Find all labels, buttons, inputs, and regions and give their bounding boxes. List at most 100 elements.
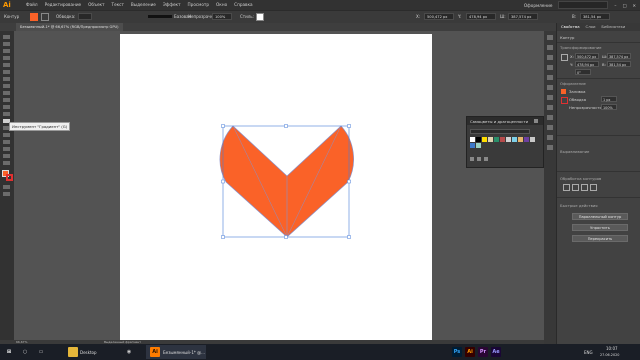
- menu-file[interactable]: Файл: [26, 2, 38, 7]
- opacity-field[interactable]: 100%: [212, 13, 232, 20]
- paintbrush-tool-icon[interactable]: [3, 84, 10, 88]
- rectangle-tool-icon[interactable]: [3, 77, 10, 81]
- swatch-jade[interactable]: [476, 143, 481, 148]
- swatches-panel-icon[interactable]: [547, 115, 553, 120]
- recolor-button[interactable]: Перекрасить: [572, 235, 628, 242]
- workspace-switcher[interactable]: Оформление: [524, 3, 553, 8]
- line-tool-icon[interactable]: [3, 70, 10, 74]
- after-effects-app-icon[interactable]: Ae: [491, 347, 501, 357]
- stroke-color-swatch[interactable]: [6, 174, 13, 181]
- layers-panel-icon[interactable]: [547, 105, 553, 110]
- menu-help[interactable]: Справка: [234, 2, 252, 7]
- close-button[interactable]: ✕: [632, 3, 636, 8]
- brush-preview[interactable]: [148, 15, 172, 18]
- selection-tool-icon[interactable]: [3, 35, 10, 39]
- transparency-panel-icon[interactable]: [547, 75, 553, 80]
- menu-window[interactable]: Окно: [216, 2, 227, 7]
- menu-view[interactable]: Просмотр: [188, 2, 210, 7]
- swatch-sapphire[interactable]: [470, 143, 475, 148]
- taskbar-active-doc[interactable]: Безымянный-1* @...: [163, 350, 205, 355]
- simplify-button[interactable]: Упростить: [572, 224, 628, 231]
- pen-tool-icon[interactable]: [3, 56, 10, 60]
- style-swatch[interactable]: [256, 13, 264, 21]
- appearance-panel-icon[interactable]: [547, 85, 553, 90]
- folder-icon[interactable]: [68, 347, 78, 357]
- tab-layers[interactable]: Слои: [586, 23, 596, 31]
- scale-tool-icon[interactable]: [3, 112, 10, 116]
- swatch-ruby[interactable]: [500, 137, 505, 142]
- swatch-aquamarine[interactable]: [512, 137, 517, 142]
- direct-selection-tool-icon[interactable]: [3, 42, 10, 46]
- next-library-icon[interactable]: [484, 157, 488, 161]
- reference-point-icon[interactable]: [561, 54, 568, 61]
- symbols-panel-icon[interactable]: [547, 135, 553, 140]
- minimize-button[interactable]: –: [614, 3, 616, 8]
- menu-effect[interactable]: Эффект: [163, 2, 181, 7]
- zoom-tool-icon[interactable]: [3, 161, 10, 165]
- free-transform-tool-icon[interactable]: [3, 133, 10, 137]
- keyboard-language[interactable]: ENG: [584, 350, 593, 355]
- clock-date[interactable]: 27.06.2020: [600, 353, 619, 357]
- prev-library-icon[interactable]: [477, 157, 481, 161]
- y-field[interactable]: 478,94 px: [466, 13, 496, 20]
- maximize-button[interactable]: □: [623, 3, 627, 8]
- transform-w-field[interactable]: 387,574 px: [607, 53, 631, 59]
- library-icon[interactable]: [470, 157, 474, 161]
- asset-export-icon[interactable]: [547, 145, 553, 150]
- swatch-amethyst[interactable]: [524, 137, 529, 142]
- illustrator-pinned-icon[interactable]: Ai: [465, 347, 475, 357]
- pathfinder-unite-icon[interactable]: [563, 184, 570, 191]
- transform-y-field[interactable]: 478,94 px: [575, 61, 599, 67]
- tab-properties[interactable]: Свойства: [561, 23, 580, 31]
- pathfinder-exclude-icon[interactable]: [590, 184, 597, 191]
- search-icon[interactable]: ○: [20, 347, 30, 357]
- type-tool-icon[interactable]: [3, 63, 10, 67]
- swatch-black[interactable]: [476, 137, 481, 142]
- offset-path-button[interactable]: Параллельный контур: [572, 213, 628, 220]
- appearance-stroke-swatch[interactable]: [561, 97, 568, 104]
- color-guide-icon[interactable]: [547, 45, 553, 50]
- magic-wand-tool-icon[interactable]: [3, 49, 10, 53]
- appearance-fill-swatch[interactable]: [561, 89, 566, 94]
- transform-x-field[interactable]: 500,472 px: [575, 53, 599, 59]
- appearance-opacity-field[interactable]: 100%: [601, 104, 617, 110]
- pathfinder-intersect-icon[interactable]: [581, 184, 588, 191]
- screen-mode-icon[interactable]: [3, 192, 10, 196]
- x-field[interactable]: 500,472 px: [424, 13, 454, 20]
- steam-icon[interactable]: ◉: [124, 347, 134, 357]
- swatch-topaz[interactable]: [518, 137, 523, 142]
- pathfinder-minus-front-icon[interactable]: [572, 184, 579, 191]
- appearance-stroke-field[interactable]: 1 px: [601, 96, 617, 102]
- menu-object[interactable]: Объект: [88, 2, 104, 7]
- panel-menu-icon[interactable]: [534, 119, 538, 123]
- pencil-tool-icon[interactable]: [3, 91, 10, 95]
- swatch-sand[interactable]: [488, 137, 493, 142]
- hand-tool-icon[interactable]: [3, 154, 10, 158]
- draw-mode-icon[interactable]: [3, 185, 10, 189]
- menu-edit[interactable]: Редактирование: [45, 2, 82, 7]
- tab-libraries[interactable]: Библиотеки: [601, 23, 625, 31]
- gradient-panel-icon[interactable]: [547, 65, 553, 70]
- swatch-yellow[interactable]: [482, 137, 487, 142]
- eraser-tool-icon[interactable]: [3, 98, 10, 102]
- swatch-silver[interactable]: [506, 137, 511, 142]
- stroke-panel-icon[interactable]: [547, 55, 553, 60]
- rotate-tool-icon[interactable]: [3, 105, 10, 109]
- artboard[interactable]: [120, 34, 432, 340]
- color-panel-icon[interactable]: [547, 35, 553, 40]
- illustrator-app-icon[interactable]: Ai: [150, 347, 160, 357]
- rotate-angle-field[interactable]: 0°: [575, 69, 591, 75]
- document-tab[interactable]: Безымянный-1* @ 66,67% (RGB/Предпросмотр…: [16, 23, 123, 31]
- graphic-styles-icon[interactable]: [547, 95, 553, 100]
- transform-h-field[interactable]: 381,54 px: [607, 61, 631, 67]
- windows-start-icon[interactable]: ⊞: [4, 347, 14, 357]
- stroke-swatch[interactable]: [41, 13, 49, 21]
- menu-select[interactable]: Выделение: [131, 2, 156, 7]
- eyedropper-tool-icon[interactable]: [3, 147, 10, 151]
- clock-time[interactable]: 10:07: [606, 346, 618, 351]
- swatch-pearl[interactable]: [530, 137, 535, 142]
- taskbar-desktop-label[interactable]: Desktop: [80, 350, 97, 355]
- premiere-app-icon[interactable]: Pr: [478, 347, 488, 357]
- search-input[interactable]: [558, 1, 609, 9]
- swatch-emerald[interactable]: [494, 137, 499, 142]
